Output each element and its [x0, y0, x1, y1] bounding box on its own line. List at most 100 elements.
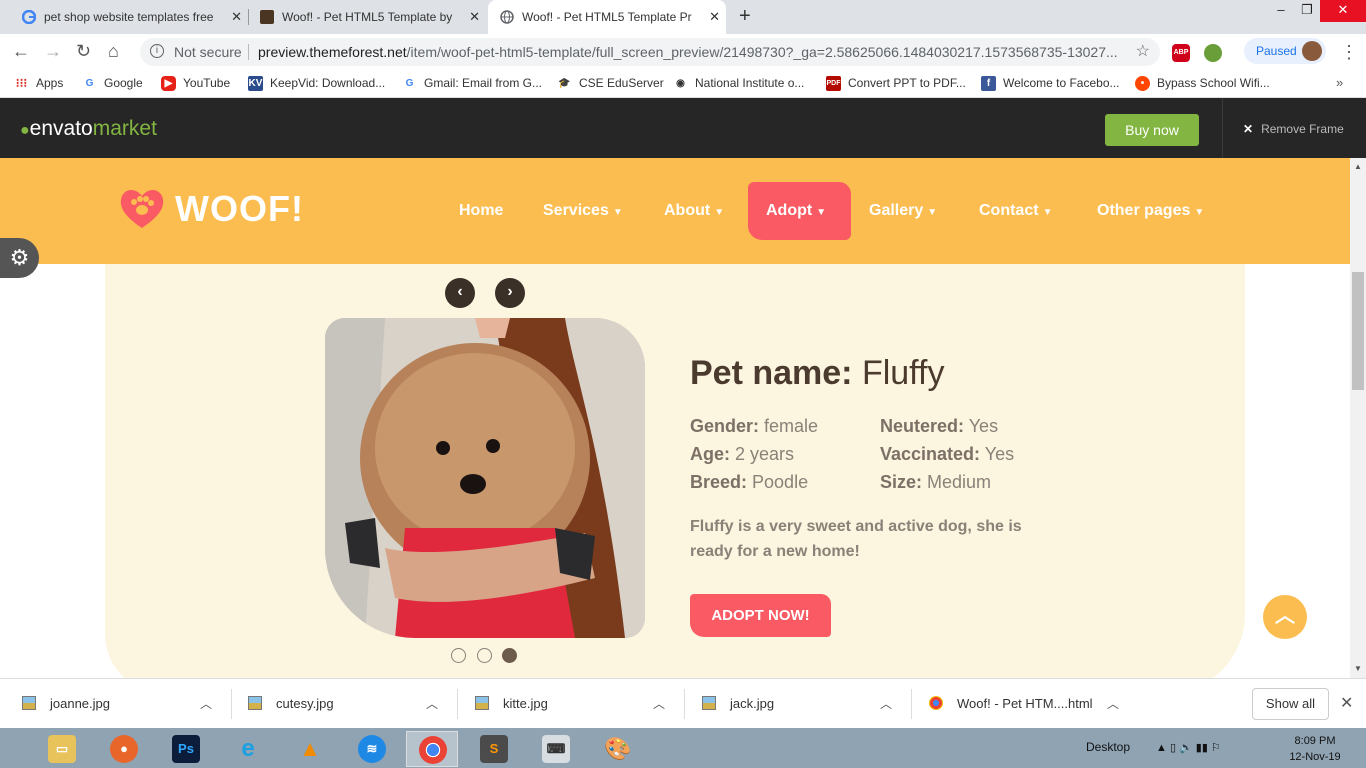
forward-arrow-icon[interactable]: →: [44, 41, 62, 62]
bookmark-apps[interactable]: ⁝⁝⁝ Apps: [14, 76, 64, 90]
desktop-toolbar-label[interactable]: Desktop: [1086, 740, 1130, 754]
system-tray[interactable]: ▲ ▯ 🔈 ▮▮ ⚐: [1156, 741, 1221, 754]
wifi-hotspot-glyph: ≋: [358, 735, 386, 763]
browser-tab[interactable]: Woof! - Pet HTML5 Template by ✕: [260, 0, 486, 34]
close-tab-icon[interactable]: ✕: [469, 9, 480, 25]
envato-logo[interactable]: ●envatomarket: [20, 117, 157, 141]
carousel-dot[interactable]: [477, 648, 492, 663]
firefox-icon[interactable]: ●: [98, 731, 150, 767]
scroll-top-icon[interactable]: ︿: [1263, 595, 1307, 639]
kebab-menu-icon[interactable]: ⋮: [1340, 42, 1358, 63]
divider: [911, 689, 912, 719]
vlc-icon[interactable]: ▲: [284, 731, 336, 767]
new-tab-icon[interactable]: +: [739, 5, 751, 28]
download-item[interactable]: jack.jpg ︿: [702, 679, 902, 729]
chevron-right-icon[interactable]: ›: [495, 278, 525, 308]
chrome-icon[interactable]: [406, 731, 458, 767]
security-label: Not secure: [174, 44, 242, 60]
pet-description: Fluffy is a very sweet and active dog, s…: [690, 518, 1022, 560]
chevron-up-icon[interactable]: ︿: [1107, 679, 1119, 729]
bookmark-label: KeepVid: Download...: [270, 76, 386, 90]
carousel-dot[interactable]: [451, 648, 466, 663]
window-close-icon[interactable]: ✕: [1320, 0, 1366, 22]
internet-explorer-icon[interactable]: e: [222, 731, 274, 767]
keyboard-icon[interactable]: ⌨: [530, 731, 582, 767]
nav-services[interactable]: Services ▼: [543, 202, 623, 220]
chrome-glyph: [419, 736, 447, 764]
gear-icon[interactable]: ⚙: [0, 238, 39, 278]
bookmark-google[interactable]: G Google: [82, 76, 143, 90]
apps-grid-icon: ⁝⁝⁝: [15, 76, 28, 90]
sublime-text-icon[interactable]: S: [468, 731, 520, 767]
remove-frame-button[interactable]: ✕ Remove Frame: [1243, 122, 1344, 136]
clock[interactable]: 8:09 PM 12-Nov-19: [1280, 733, 1350, 765]
nav-home[interactable]: Home: [459, 202, 503, 220]
close-icon[interactable]: ✕: [1340, 693, 1353, 713]
reload-icon[interactable]: ↻: [76, 41, 91, 62]
bookmark-keepvid[interactable]: KV KeepVid: Download...: [248, 76, 386, 91]
nav-gallery[interactable]: Gallery ▼: [869, 202, 937, 220]
pet-name-heading: Pet name: Fluffy: [690, 354, 944, 393]
keyboard-glyph: ⌨: [542, 735, 570, 763]
scroll-down-icon[interactable]: ▼: [1354, 664, 1362, 673]
paw-heart-icon[interactable]: [118, 186, 166, 230]
nav-label: Other pages: [1097, 202, 1191, 219]
divider: [457, 689, 458, 719]
site-header: WOOF! Home Services ▼ About ▼ Adopt ▼ Galle…: [0, 158, 1350, 264]
download-item[interactable]: Woof! - Pet HTM....html ︿: [929, 679, 1129, 729]
google-icon: [22, 10, 36, 24]
browser-tab[interactable]: pet shop website templates free ✕: [22, 0, 248, 34]
scrollbar-thumb[interactable]: [1352, 272, 1364, 390]
buy-now-button[interactable]: Buy now: [1105, 114, 1199, 146]
photoshop-icon[interactable]: Ps: [160, 731, 212, 767]
chevron-up-icon[interactable]: ︿: [653, 679, 665, 729]
pet-attribute: Gender: female: [690, 416, 818, 437]
carousel-dot-active[interactable]: [502, 648, 517, 663]
download-item[interactable]: joanne.jpg ︿: [22, 679, 222, 729]
scroll-up-icon[interactable]: ▲: [1354, 162, 1362, 171]
pet-attribute: Vaccinated: Yes: [880, 444, 1014, 465]
file-explorer-icon[interactable]: ▭: [36, 731, 88, 767]
attr-value: Yes: [968, 416, 999, 436]
close-tab-icon[interactable]: ✕: [709, 9, 720, 25]
bookmark-star-icon[interactable]: ☆: [1136, 38, 1150, 66]
download-item[interactable]: kitte.jpg ︿: [475, 679, 675, 729]
nav-about[interactable]: About ▼: [664, 202, 724, 220]
chevron-up-icon[interactable]: ︿: [880, 679, 892, 729]
address-bar[interactable]: i Not secure preview.themeforest.net/ite…: [140, 38, 1160, 66]
attr-label: Gender:: [690, 416, 760, 436]
wifi-hotspot-icon[interactable]: ≋: [346, 731, 398, 767]
google-icon: G: [405, 78, 414, 89]
adopt-now-button[interactable]: ADOPT NOW!: [690, 594, 831, 637]
nav-adopt[interactable]: Adopt ▼: [766, 202, 826, 220]
bookmark-facebook[interactable]: f Welcome to Facebo...: [981, 76, 1120, 91]
extension-icon[interactable]: [1204, 44, 1222, 62]
chevron-right-double-icon[interactable]: »: [1336, 75, 1343, 90]
bookmark-nit[interactable]: ◉ National Institute o...: [673, 76, 804, 90]
download-filename: Woof! - Pet HTM....html: [957, 696, 1093, 711]
close-tab-icon[interactable]: ✕: [231, 9, 242, 25]
site-logo[interactable]: WOOF!: [175, 188, 304, 230]
bookmark-cse-eduserver[interactable]: 🎓 CSE EduServer: [557, 76, 663, 90]
paint-icon[interactable]: 🎨: [592, 731, 644, 767]
info-icon[interactable]: i: [150, 44, 164, 58]
bookmark-bypass-wifi[interactable]: • Bypass School Wifi...: [1135, 76, 1270, 91]
show-all-button[interactable]: Show all: [1252, 688, 1329, 720]
nav-contact[interactable]: Contact ▼: [979, 202, 1052, 220]
home-icon[interactable]: ⌂: [108, 41, 119, 62]
profile-button[interactable]: Paused: [1244, 38, 1326, 64]
chevron-up-icon[interactable]: ︿: [426, 679, 438, 729]
browser-tab-active[interactable]: Woof! - Pet HTML5 Template Pre ✕: [488, 0, 726, 34]
bookmark-gmail[interactable]: G Gmail: Email from G...: [402, 76, 542, 90]
bookmark-youtube[interactable]: ▶ YouTube: [161, 76, 230, 91]
nav-label: Home: [459, 202, 504, 219]
leaf-icon: ●: [20, 122, 30, 139]
nav-other-pages[interactable]: Other pages ▼: [1097, 202, 1204, 220]
chevron-up-icon[interactable]: ︿: [200, 679, 212, 729]
bookmark-ppt-to-pdf[interactable]: PDF Convert PPT to PDF...: [826, 76, 966, 91]
adblock-plus-icon[interactable]: ABP: [1172, 44, 1190, 62]
back-arrow-icon[interactable]: ←: [12, 41, 30, 62]
download-item[interactable]: cutesy.jpg ︿: [248, 679, 448, 729]
chevron-left-icon[interactable]: ‹: [445, 278, 475, 308]
page-scrollbar[interactable]: ▲ ▼: [1350, 158, 1366, 678]
